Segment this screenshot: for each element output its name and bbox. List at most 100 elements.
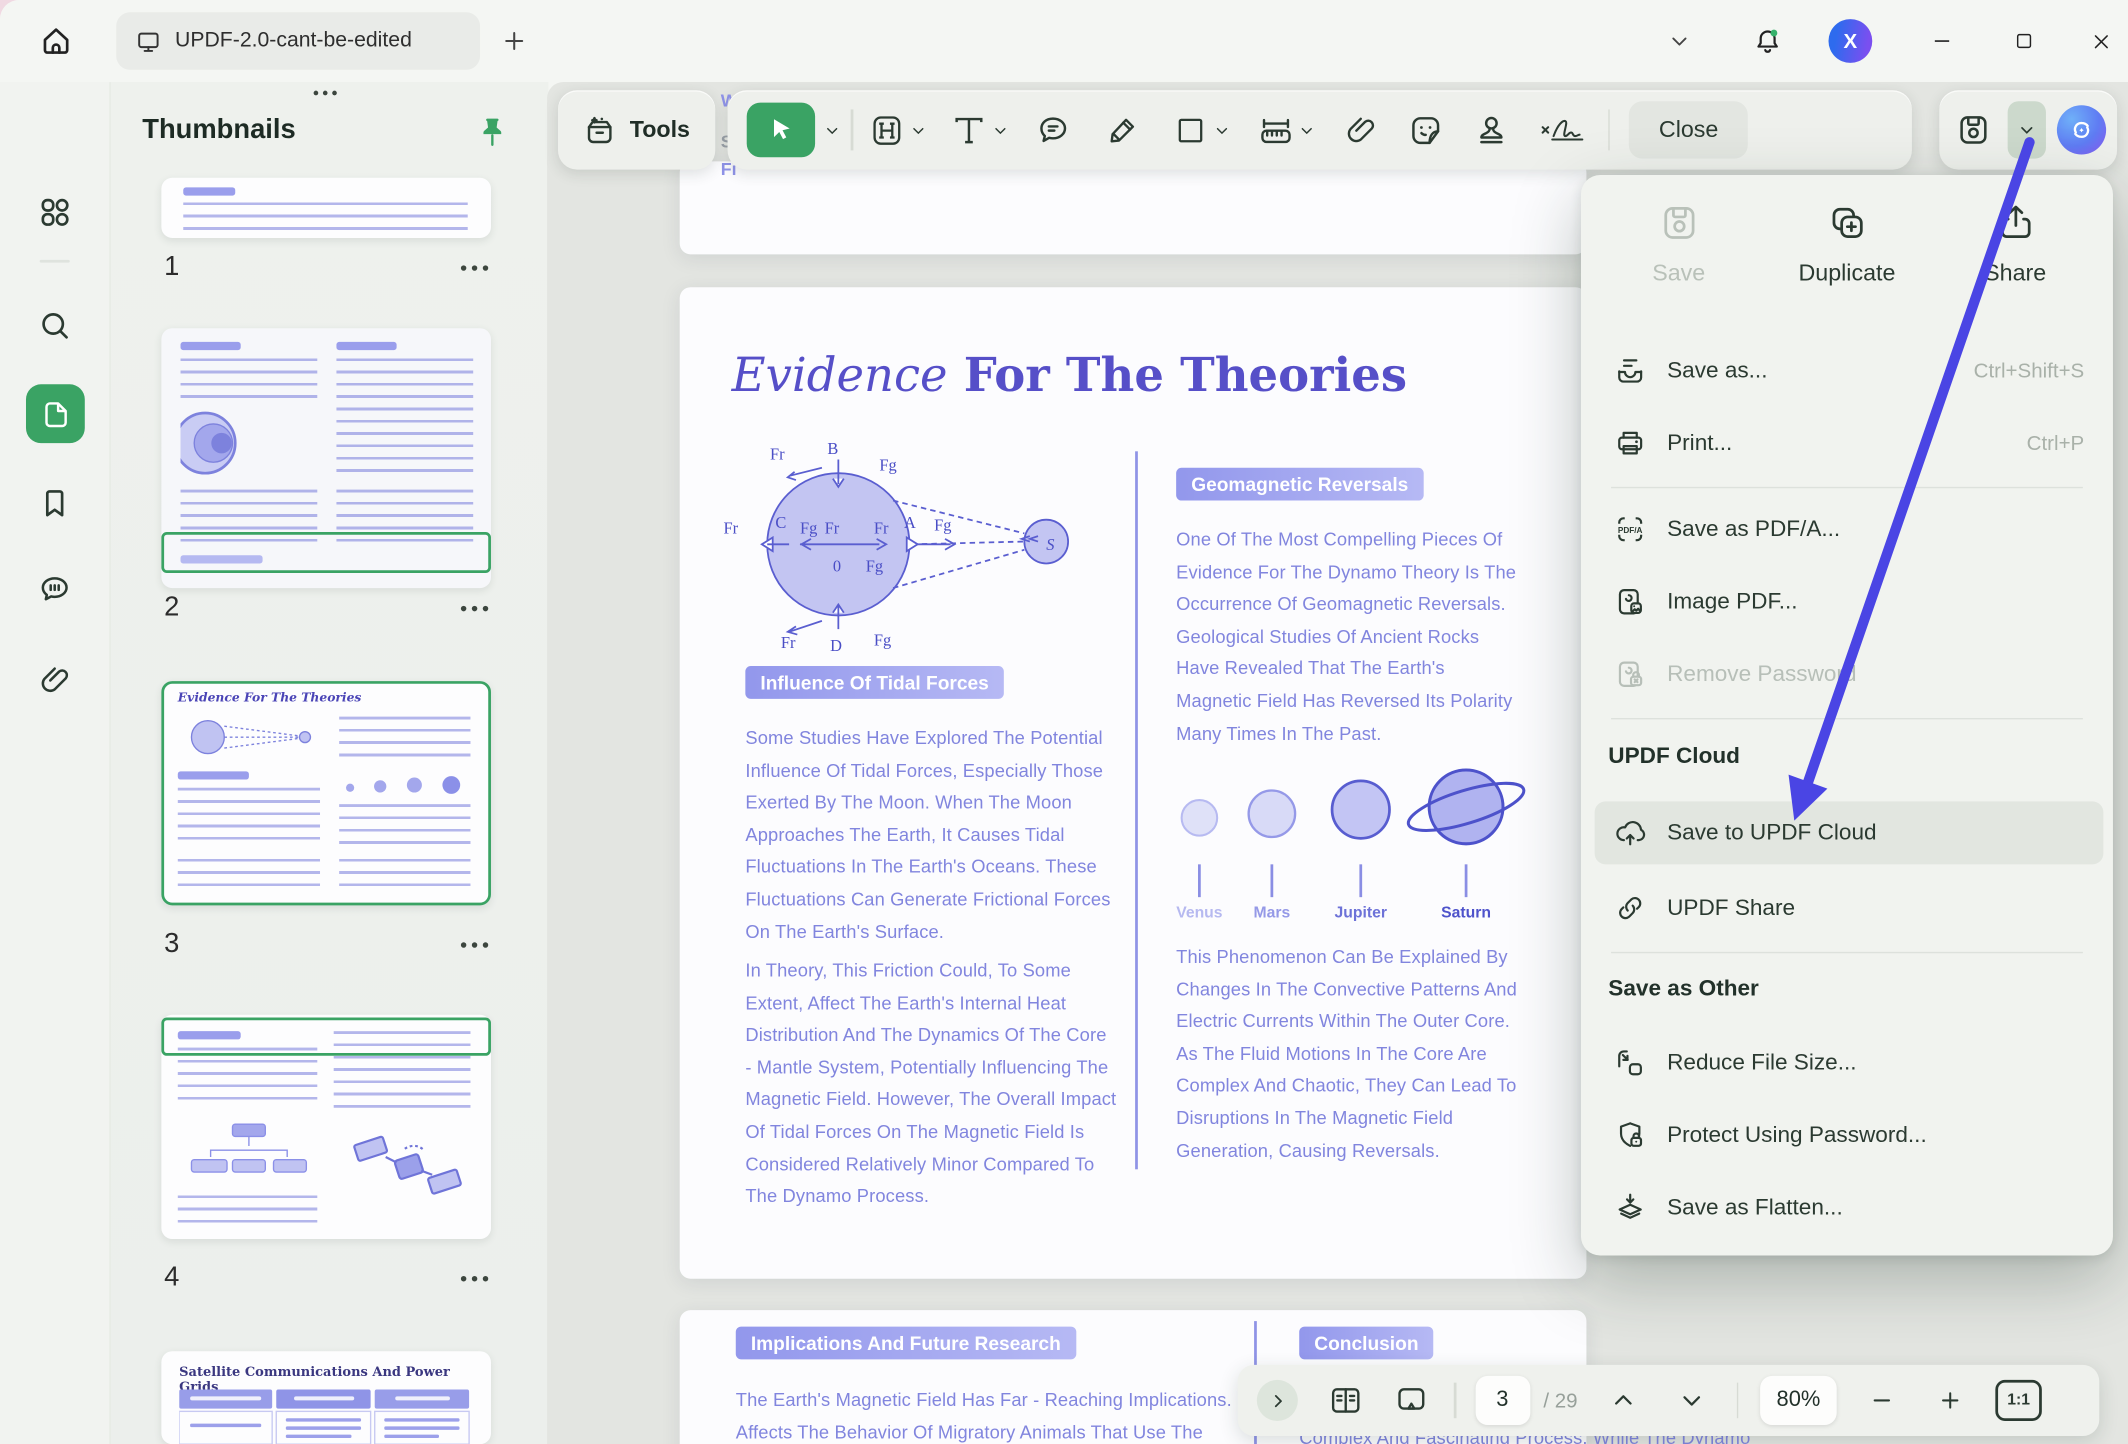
menu-item-updf-share[interactable]: UPDF Share [1595, 878, 2104, 938]
planet-tick [1359, 864, 1362, 897]
sidebar-item-search[interactable] [37, 308, 73, 344]
page-number-3: 3 [164, 929, 179, 960]
thumbnail-3-menu[interactable] [461, 942, 466, 947]
presentation-mode-icon[interactable] [1388, 1374, 1434, 1426]
menu-item-image-pdf[interactable]: Image PDF... [1595, 572, 2104, 632]
heading-tool-dropdown[interactable] [910, 104, 926, 156]
visible-region-marker [161, 532, 491, 573]
chevron-down-icon [1667, 29, 1692, 54]
thumbnail-page-3-current[interactable]: Evidence For The Theories [161, 681, 491, 905]
avatar[interactable]: X [1828, 19, 1872, 63]
two-page-view-icon[interactable] [1322, 1374, 1368, 1426]
select-tool-dropdown[interactable] [823, 104, 839, 156]
left-column-badge: Influence Of Tidal Forces [745, 666, 1003, 699]
close-label: Close [1659, 116, 1718, 143]
actual-size-button[interactable]: 1:1 [1995, 1380, 2041, 1421]
zoom-level[interactable]: 80% [1760, 1376, 1837, 1425]
menu-item-reduce-file-size[interactable]: Reduce File Size... [1595, 1033, 2104, 1093]
signature-tool-button[interactable] [1534, 104, 1594, 156]
sticker-tool-button[interactable] [1402, 104, 1448, 156]
pen-tool-button[interactable] [1099, 104, 1145, 156]
status-bar: 3 / 29 80% 1:1 [1238, 1365, 2100, 1436]
thumb2-arcs-figure [181, 408, 269, 479]
attachment-tool-button[interactable] [1337, 104, 1383, 156]
next-page-button[interactable] [1668, 1374, 1714, 1426]
left-paragraph-2: In Theory, This Friction Could, To Some … [745, 955, 1117, 1213]
minimize-button[interactable] [1920, 19, 1964, 63]
previous-page-button[interactable] [1599, 1374, 1645, 1426]
home-button[interactable] [33, 18, 79, 64]
thumbnail-2-menu[interactable] [461, 606, 466, 611]
zoom-value: 80% [1777, 1388, 1821, 1413]
flatten-icon [1614, 1191, 1647, 1224]
page-title-rest: For The Theories [948, 349, 1407, 404]
notifications-button[interactable] [1745, 19, 1789, 63]
document-tab[interactable]: UPDF-2.0-cant-be-edited [116, 12, 480, 69]
thumbnail-page-5[interactable]: Satellite Communications And Power Grids [161, 1351, 491, 1444]
sidebar-item-comments[interactable] [37, 572, 73, 608]
image-pdf-icon [1614, 585, 1647, 618]
sidebar-item-home-grid[interactable] [37, 194, 73, 230]
planet-tick [1465, 864, 1468, 897]
text-tool-dropdown[interactable] [992, 104, 1008, 156]
print-icon [1614, 427, 1647, 460]
close-window-button[interactable] [2079, 19, 2123, 63]
text-tool-button[interactable] [946, 104, 992, 156]
menu-item-save-as-pdfa[interactable]: PDF/A Save as PDF/A... [1595, 499, 2104, 559]
shape-tool-dropdown[interactable] [1214, 104, 1230, 156]
menu-item-save-to-updf-cloud[interactable]: Save to UPDF Cloud [1595, 801, 2104, 864]
shape-tool-button[interactable] [1167, 104, 1213, 156]
heading-tool-button[interactable] [864, 104, 910, 156]
sidebar-item-thumbnails[interactable] [26, 384, 85, 443]
save-icon[interactable] [1950, 104, 1996, 156]
panel-drag-handle[interactable] [313, 90, 318, 95]
pin-icon[interactable] [475, 115, 511, 151]
expand-statusbar-button[interactable] [1257, 1380, 1298, 1421]
link-icon [1614, 892, 1647, 925]
select-tool-button-active[interactable] [747, 103, 815, 158]
stamp-tool-button[interactable] [1468, 104, 1514, 156]
zoom-out-button[interactable] [1859, 1374, 1905, 1426]
minimize-icon [1930, 29, 1955, 54]
thumbnail-1-menu[interactable] [461, 265, 466, 270]
save-options-dropdown-open[interactable] [2008, 101, 2046, 158]
planet-tick [1198, 864, 1201, 897]
close-toolbar-button[interactable]: Close [1629, 101, 1749, 158]
thumb4-tree-diagram [183, 1121, 314, 1187]
maximize-button[interactable] [2002, 19, 2046, 63]
diagram-label-s: S [1046, 535, 1054, 554]
sidebar-item-bookmarks[interactable] [37, 486, 73, 522]
planet-label-mars: Mars [1240, 905, 1303, 921]
menu-save-button[interactable]: Save [1595, 202, 1763, 287]
measure-tool-button[interactable] [1252, 104, 1298, 156]
sidebar-item-attachments[interactable] [37, 662, 73, 698]
collapse-toolbar-button[interactable] [1658, 19, 1702, 63]
visible-region-marker [161, 1018, 491, 1056]
menu-share-button[interactable]: Share [1931, 202, 2099, 287]
menu-duplicate-button[interactable]: Duplicate [1763, 202, 1931, 287]
zoom-in-button[interactable] [1927, 1374, 1973, 1426]
menu-item-remove-password[interactable]: Remove Password [1595, 644, 2104, 704]
thumb2-badge [181, 342, 241, 350]
diagram-label-fr: Fr [770, 445, 785, 464]
maximize-icon [2013, 30, 2035, 52]
diagram-label-b: B [827, 439, 838, 458]
statusbar-separator [1454, 1383, 1456, 1419]
diagram-label-c: C [775, 513, 786, 532]
tools-button[interactable]: Tools [558, 90, 715, 169]
menu-item-protect-password[interactable]: Protect Using Password... [1595, 1105, 2104, 1165]
new-tab-button[interactable] [498, 25, 531, 58]
page-number-input[interactable]: 3 [1475, 1376, 1530, 1425]
ai-assistant-button[interactable] [2057, 105, 2106, 154]
menu-item-save-as-flatten[interactable]: Save as Flatten... [1595, 1178, 2104, 1238]
menu-item-save-as[interactable]: Save as... Ctrl+Shift+S [1595, 341, 2104, 401]
diagram-label-fr: Fr [723, 518, 738, 537]
thumbnail-page-1[interactable] [161, 178, 491, 238]
diagram-label-fr: Fr [825, 518, 840, 537]
thumbnail-4-menu[interactable] [461, 1276, 466, 1281]
thumb3-textlines [178, 788, 320, 848]
comment-tool-button[interactable] [1030, 104, 1076, 156]
measure-tool-dropdown[interactable] [1299, 104, 1315, 156]
menu-item-print[interactable]: Print... Ctrl+P [1595, 413, 2104, 473]
menu-divider [1611, 718, 2083, 719]
